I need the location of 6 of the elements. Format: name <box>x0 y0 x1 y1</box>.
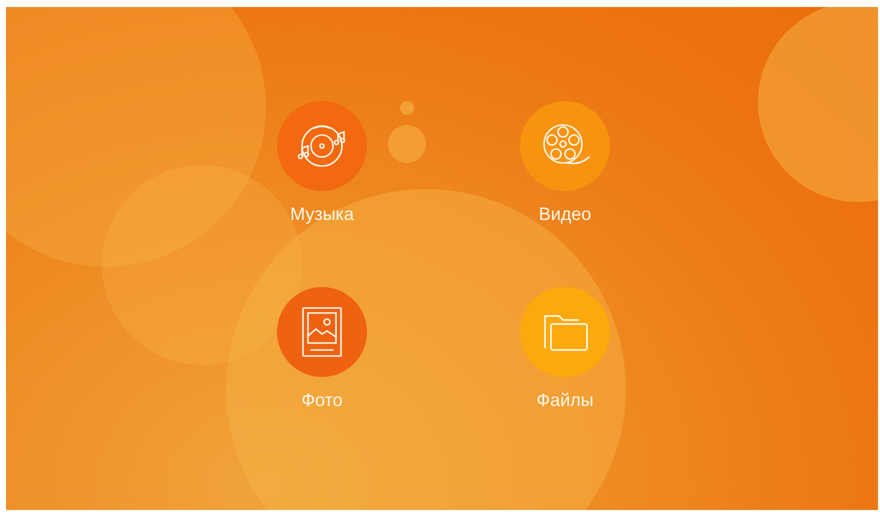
bubble-decoration <box>388 125 426 163</box>
menu-label: Музыка <box>290 203 354 225</box>
menu-label: Видео <box>538 203 592 225</box>
bubble-decoration <box>400 101 414 115</box>
menu-label: Файлы <box>536 389 594 411</box>
menu-label: Фото <box>301 389 343 411</box>
